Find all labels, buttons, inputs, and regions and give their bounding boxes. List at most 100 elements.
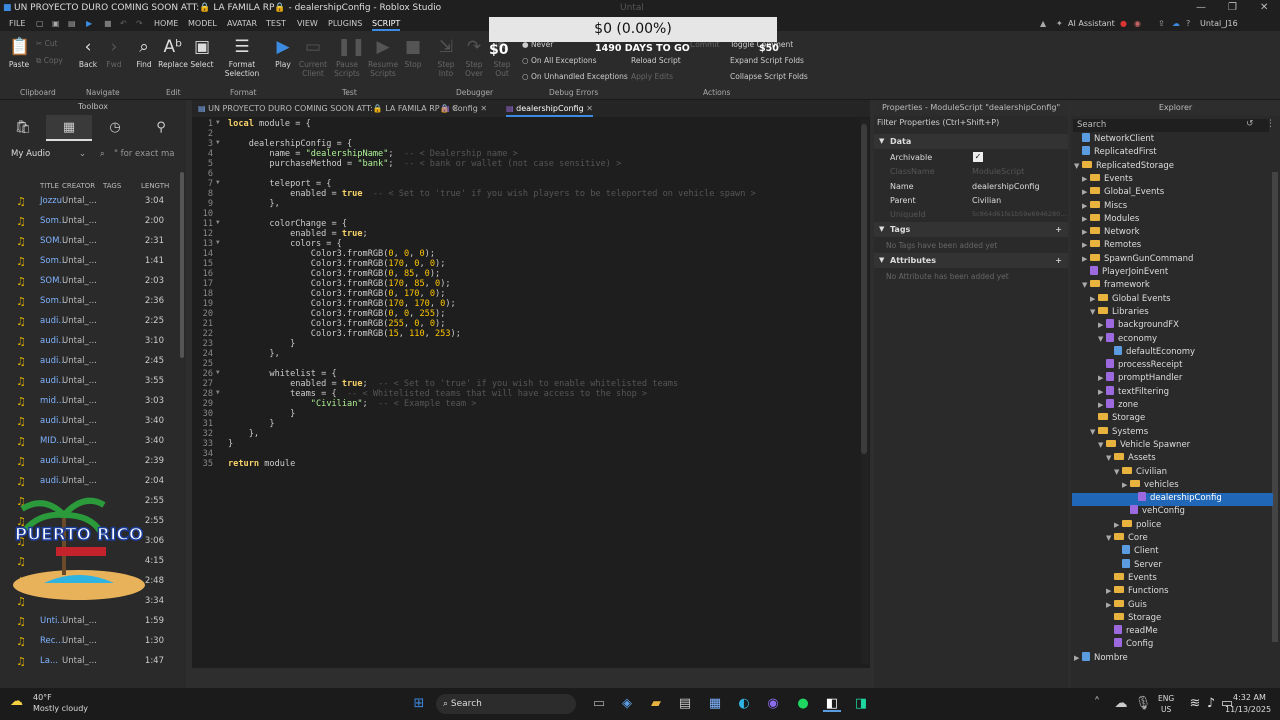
- code-line[interactable]: },: [228, 349, 279, 359]
- fold-toggle-icon[interactable]: ▼: [216, 389, 220, 396]
- collapse-folds-button[interactable]: Collapse Script Folds: [730, 72, 808, 81]
- explorer-item[interactable]: ▼ ReplicatedStorage: [1074, 160, 1174, 173]
- explorer-item[interactable]: ▶ vehicles: [1122, 479, 1179, 492]
- notifications-icon[interactable]: ●: [1120, 19, 1127, 28]
- roblox-studio-icon[interactable]: ◧: [823, 696, 841, 712]
- code-line[interactable]: enabled = true -- < Set to 'true' if you…: [228, 189, 756, 199]
- code-line[interactable]: local module = {: [228, 119, 311, 129]
- code-line[interactable]: enabled = true; -- < Set to 'true' if yo…: [228, 379, 678, 389]
- tab-place[interactable]: ▤ UN PROYECTO DURO COMING SOON ATT:🔒 LA …: [198, 100, 459, 117]
- audio-list-item[interactable]: ♫ audi... Untal_... 2:39: [0, 452, 180, 472]
- code-line[interactable]: Color3.fromRGB(0, 0, 255);: [228, 309, 446, 319]
- select-button[interactable]: ▣ Select: [189, 37, 215, 69]
- save-icon[interactable]: ▤: [68, 19, 76, 28]
- menu-avatar[interactable]: AVATAR: [227, 19, 257, 28]
- explorer-item[interactable]: readMe: [1106, 625, 1158, 638]
- code-line[interactable]: return module: [228, 459, 295, 469]
- current-client-button[interactable]: ▭ Current Client: [298, 37, 328, 78]
- unhandled-exceptions-option[interactable]: ○ On Unhandled Exceptions: [522, 72, 628, 81]
- explorer-item[interactable]: ▶ Modules: [1082, 213, 1139, 226]
- clock-time[interactable]: 4:32 AM: [1233, 693, 1266, 702]
- mic-icon[interactable]: 🎙: [1134, 696, 1152, 712]
- tab-marketplace[interactable]: ▦: [46, 115, 92, 141]
- step-over-button[interactable]: ↷ Step Over: [462, 37, 486, 78]
- undo-icon[interactable]: ↶: [120, 19, 127, 28]
- explorer-search-input[interactable]: Search: [1073, 119, 1269, 132]
- audio-list-item[interactable]: ♫ audi... Untal_... 3:55: [0, 372, 180, 392]
- audio-list-item[interactable]: ♫ Jozzu Untal_... 3:04: [0, 192, 180, 212]
- menu-test[interactable]: TEST: [266, 19, 286, 28]
- explorer-item[interactable]: ▶ backgroundFX: [1098, 319, 1179, 332]
- explorer-item[interactable]: ▼ Vehicle Spawner: [1098, 439, 1190, 452]
- expand-arrow-icon[interactable]: ▼: [1106, 452, 1114, 465]
- explorer-item[interactable]: ▼ Civilian: [1114, 466, 1167, 479]
- code-line[interactable]: }: [228, 439, 233, 449]
- redo-icon[interactable]: ↷: [136, 19, 143, 28]
- find-button[interactable]: ⌕ Find: [132, 37, 156, 69]
- expand-arrow-icon[interactable]: ▶: [1098, 386, 1106, 399]
- cloud-icon[interactable]: ☁: [1172, 19, 1180, 28]
- code-line[interactable]: Color3.fromRGB(170, 85, 0);: [228, 279, 451, 289]
- stop-button[interactable]: ■ Stop: [401, 37, 425, 69]
- quick-play-icon[interactable]: ▶: [86, 19, 92, 28]
- explorer-item[interactable]: ▶ zone: [1098, 399, 1138, 412]
- collapse-ribbon-icon[interactable]: ▲: [1040, 19, 1046, 28]
- explorer-item[interactable]: ▼ Core: [1106, 532, 1148, 545]
- replace-button[interactable]: Aᵇ Replace: [158, 37, 188, 69]
- prop-name-value[interactable]: dealershipConfig: [972, 182, 1040, 191]
- explorer-item[interactable]: ▶ Global Events: [1090, 293, 1171, 306]
- code-line[interactable]: teleport = {: [228, 179, 331, 189]
- explorer-item[interactable]: PlayerJoinEvent: [1082, 266, 1168, 279]
- tab-recent[interactable]: ◷: [92, 115, 138, 141]
- col-title[interactable]: TITLE: [40, 182, 59, 190]
- expand-arrow-icon[interactable]: ▶: [1074, 652, 1082, 665]
- archivable-checkbox[interactable]: ✓: [973, 152, 983, 162]
- code-line[interactable]: }: [228, 409, 295, 419]
- audio-list-item[interactable]: ♫ Rec... Untal_... 1:30: [0, 632, 180, 652]
- code-line[interactable]: }: [228, 419, 274, 429]
- audio-list-item[interactable]: ♫ audi... Untal_... 2:45: [0, 352, 180, 372]
- history-icon[interactable]: ↺: [1246, 119, 1254, 129]
- explorer-item[interactable]: Storage: [1106, 612, 1161, 625]
- expand-arrow-icon[interactable]: ▶: [1098, 399, 1106, 412]
- audio-list-item[interactable]: ♫ La... Untal_... 1:47: [0, 652, 180, 672]
- weather-text[interactable]: Mostly cloudy: [33, 704, 88, 713]
- audio-list-item[interactable]: ♫ audi... Untal_... 3:10: [0, 332, 180, 352]
- explorer-item[interactable]: defaultEconomy: [1106, 345, 1195, 359]
- explorer-item[interactable]: ▶ police: [1114, 519, 1161, 532]
- explorer-item[interactable]: ▼ framework: [1082, 279, 1150, 292]
- notepad-icon[interactable]: ▤: [676, 696, 694, 712]
- explorer-item[interactable]: Events: [1106, 572, 1157, 585]
- expand-arrow-icon[interactable]: ▼: [1074, 160, 1082, 173]
- expand-arrow-icon[interactable]: ▶: [1082, 186, 1090, 199]
- close-icon[interactable]: ✕: [1260, 2, 1268, 13]
- copy-button[interactable]: ⧉ Copy: [36, 56, 63, 66]
- code-line[interactable]: Color3.fromRGB(0, 170, 0);: [228, 289, 446, 299]
- audio-list-item[interactable]: ♫ SOM... Untal_... 2:03: [0, 272, 180, 292]
- code-line[interactable]: whitelist = {: [228, 369, 336, 379]
- audio-list-item[interactable]: ♫ audi... Untal_... 3:40: [0, 412, 180, 432]
- explorer-item[interactable]: vehConfig: [1122, 505, 1185, 518]
- audio-list-item[interactable]: ♫ Unti... Untal_... 1:59: [0, 612, 180, 632]
- close-icon[interactable]: ✕: [480, 104, 487, 113]
- task-view-icon[interactable]: ▭: [590, 696, 608, 712]
- code-line[interactable]: name = "dealershipName"; -- < Dealership…: [228, 149, 517, 159]
- paste-button[interactable]: 📋 Paste: [6, 37, 32, 69]
- explorer-item[interactable]: ▶ SpawnGunCommand: [1082, 253, 1193, 266]
- cut-button[interactable]: ✂ Cut: [36, 39, 58, 48]
- explorer-item[interactable]: NetworkClient: [1074, 133, 1154, 146]
- explorer-item[interactable]: Storage: [1090, 412, 1145, 425]
- clock-date[interactable]: 11/13/2025: [1225, 705, 1271, 714]
- explorer-item[interactable]: ▶ Network: [1082, 226, 1140, 239]
- tab-dealershipconfig[interactable]: ▤ dealershipConfig ✕: [506, 100, 593, 117]
- windows-start-icon[interactable]: ⊞: [410, 696, 428, 712]
- code-line[interactable]: },: [228, 199, 279, 209]
- code-line[interactable]: enabled = true;: [228, 229, 368, 239]
- col-length[interactable]: LENGTH: [141, 182, 169, 190]
- expand-arrow-icon[interactable]: ▼: [1090, 426, 1098, 439]
- forward-button[interactable]: › Fwd: [102, 37, 126, 69]
- audio-list-item[interactable]: ♫ MID... Untal_... 3:40: [0, 432, 180, 452]
- format-selection-button[interactable]: ☰ Format Selection: [222, 37, 262, 78]
- toolbox-search-input[interactable]: ⌕ " for exact ma: [96, 146, 182, 162]
- code-line[interactable]: Color3.fromRGB(170, 170, 0);: [228, 299, 456, 309]
